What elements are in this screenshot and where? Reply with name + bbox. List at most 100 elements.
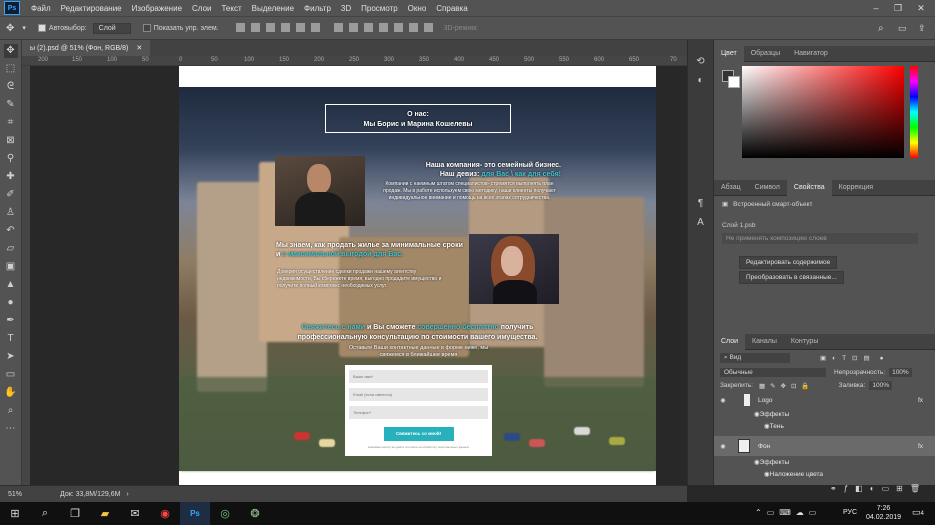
- eye-icon[interactable]: ◉: [718, 443, 728, 450]
- lasso-tool-icon[interactable]: ᘓ: [4, 80, 18, 94]
- workspace-icon[interactable]: ▭: [898, 23, 907, 34]
- layer-comp-select[interactable]: Не применять композицию слоев: [722, 233, 918, 244]
- edit-contents-button[interactable]: Редактировать содержимое: [739, 256, 838, 269]
- app-icon[interactable]: ◎: [210, 502, 240, 525]
- layer-row-background[interactable]: ◉ Фон fx: [714, 436, 935, 456]
- show-controls-checkbox[interactable]: [142, 24, 151, 32]
- autoselect-checkbox[interactable]: [37, 24, 46, 32]
- windows-start-icon[interactable]: ⊞: [0, 502, 30, 525]
- contact-me-button[interactable]: Свяжитесь со мной!: [383, 427, 454, 441]
- filter-icons[interactable]: ▣◐T⊡▤: [820, 354, 876, 362]
- hand-tool-icon[interactable]: ✋: [4, 386, 18, 400]
- task-view-icon[interactable]: ❐: [60, 502, 90, 525]
- tab-character[interactable]: Символ: [748, 180, 787, 196]
- photoshop-taskbar-icon[interactable]: Ps: [180, 502, 210, 525]
- history-icon[interactable]: ⟲: [688, 56, 713, 67]
- menu-select[interactable]: Выделение: [252, 4, 294, 13]
- blend-mode-select[interactable]: Обычные: [720, 368, 826, 377]
- dodge-tool-icon[interactable]: ●: [4, 296, 18, 310]
- fill-value[interactable]: 100%: [869, 381, 892, 390]
- close-icon[interactable]: ✕: [910, 0, 932, 16]
- opacity-value[interactable]: 100%: [889, 368, 912, 377]
- search-icon[interactable]: ⌕: [878, 23, 884, 34]
- background-swatch[interactable]: [728, 76, 740, 88]
- chevron-right-icon[interactable]: ›: [126, 491, 128, 498]
- tab-adjustments[interactable]: Коррекция: [832, 180, 880, 196]
- brush-tool-icon[interactable]: ✐: [4, 188, 18, 202]
- tab-color[interactable]: Цвет: [714, 45, 744, 62]
- menu-3d[interactable]: 3D: [341, 4, 351, 13]
- language-indicator[interactable]: РУС: [843, 509, 857, 516]
- frame-tool-icon[interactable]: ⊠: [4, 134, 18, 148]
- new-layer-icon[interactable]: ⊞: [896, 484, 910, 493]
- layer-effect-color-overlay[interactable]: ◉ Наложение цвета: [714, 468, 935, 480]
- move-tool-icon[interactable]: ✥: [6, 23, 14, 34]
- eyedropper-icon[interactable]: ⚲: [4, 152, 18, 166]
- eye-icon[interactable]: ◉: [718, 397, 728, 404]
- hue-slider[interactable]: [910, 66, 918, 158]
- document-canvas[interactable]: О нас: Мы Борис и Марина Кошелевы Наша к…: [179, 66, 656, 490]
- menu-view[interactable]: Просмотр: [361, 4, 398, 13]
- layer-row-logo[interactable]: ◉ Logo fx: [714, 392, 935, 408]
- stamp-tool-icon[interactable]: ♙: [4, 206, 18, 220]
- menu-image[interactable]: Изображение: [132, 4, 182, 13]
- tab-swatches[interactable]: Образцы: [744, 46, 787, 62]
- search-icon[interactable]: ⌕: [30, 502, 60, 525]
- healing-brush-icon[interactable]: ✚: [4, 170, 18, 184]
- path-select-icon[interactable]: ➤: [4, 350, 18, 364]
- tab-properties[interactable]: Свойства: [786, 179, 832, 196]
- layer-kind-select[interactable]: ⌕ Вид: [720, 353, 790, 363]
- color-picker-field[interactable]: [742, 66, 904, 158]
- fx-icon[interactable]: fx: [918, 443, 923, 450]
- share-icon[interactable]: ⇪: [918, 23, 926, 34]
- blur-tool-icon[interactable]: ▲: [4, 278, 18, 292]
- restore-icon[interactable]: ❐: [887, 0, 909, 16]
- tray-icons[interactable]: ⌃▭⌨☁▭: [755, 508, 821, 517]
- layer-effects-row[interactable]: ◉ Эффекты: [714, 408, 935, 420]
- crop-tool-icon[interactable]: ⌗: [4, 116, 18, 130]
- name-field[interactable]: Ваше имя*: [349, 370, 488, 383]
- lock-icons[interactable]: ▦✎✥⊡🔒: [759, 382, 815, 390]
- more-tools-icon[interactable]: ⋯: [4, 422, 18, 436]
- quick-select-icon[interactable]: ✎: [4, 98, 18, 112]
- zoom-level[interactable]: 51%: [8, 491, 48, 498]
- tab-paragraph[interactable]: Абзац: [714, 180, 748, 196]
- email-field[interactable]: Email (если имеется): [349, 388, 488, 401]
- align-icons[interactable]: [233, 22, 323, 34]
- tab-document[interactable]: ы (2).psd @ 51% (Фон, RGB/8) ✕: [22, 40, 151, 56]
- distribute-icons[interactable]: [331, 22, 436, 34]
- pen-tool-icon[interactable]: ✒: [4, 314, 18, 328]
- menu-file[interactable]: Файл: [31, 4, 51, 13]
- folder-icon[interactable]: ▭: [882, 484, 897, 493]
- eraser-tool-icon[interactable]: ▱: [4, 242, 18, 256]
- app-icon-2[interactable]: ❂: [240, 502, 270, 525]
- close-tab-icon[interactable]: ✕: [136, 44, 142, 52]
- fx-icon[interactable]: fx: [918, 397, 923, 404]
- menu-help[interactable]: Справка: [436, 4, 467, 13]
- explorer-icon[interactable]: ▰: [90, 502, 120, 525]
- layer-effect-shadow[interactable]: ◉ Тень: [714, 420, 935, 432]
- character-icon[interactable]: A: [688, 217, 713, 228]
- fx-add-icon[interactable]: ƒ: [844, 484, 855, 493]
- menu-window[interactable]: Окно: [408, 4, 427, 13]
- minimize-icon[interactable]: –: [865, 0, 887, 16]
- paragraph-icon[interactable]: ¶: [688, 198, 713, 209]
- menu-layers[interactable]: Слои: [192, 4, 211, 13]
- type-tool-icon[interactable]: T: [4, 332, 18, 346]
- clock[interactable]: 7:26 04.02.2019: [866, 504, 901, 522]
- autoselect-select[interactable]: Слой: [92, 22, 131, 34]
- tab-paths[interactable]: Контуры: [784, 334, 825, 350]
- menu-text[interactable]: Текст: [221, 4, 241, 13]
- layer-actions[interactable]: ⚭ ƒ ◧ ◐ ▭ ⊞ 🗑: [714, 480, 935, 497]
- marquee-tool-icon[interactable]: ⬚: [4, 62, 18, 76]
- chrome-icon[interactable]: ◉: [150, 502, 180, 525]
- zoom-tool-icon[interactable]: ⌕: [4, 404, 18, 418]
- adjustment-icon[interactable]: ◐: [870, 484, 882, 493]
- notifications-icon[interactable]: ▭4: [912, 507, 924, 518]
- filter-toggle-icon[interactable]: ●: [880, 355, 884, 362]
- layer-effects-row[interactable]: ◉ Эффекты: [714, 456, 935, 468]
- mask-icon[interactable]: ◧: [855, 484, 870, 493]
- trash-icon[interactable]: 🗑: [910, 484, 927, 493]
- history-brush-icon[interactable]: ↶: [4, 224, 18, 238]
- move-tool-icon[interactable]: ✥: [3, 44, 18, 58]
